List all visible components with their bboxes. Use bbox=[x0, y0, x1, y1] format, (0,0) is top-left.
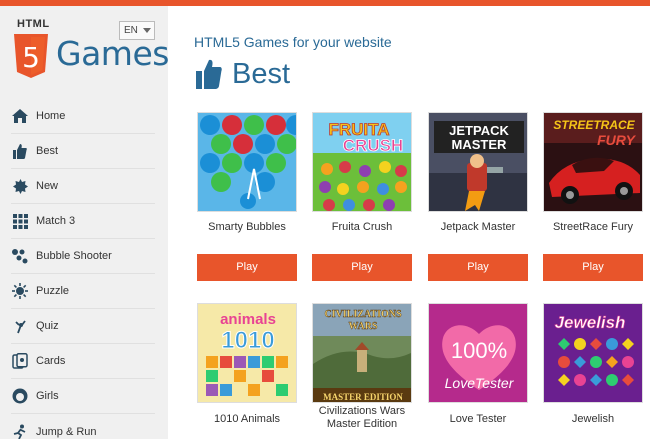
sidebar-item-label: Home bbox=[36, 110, 66, 122]
thumb-text: CRUSH bbox=[343, 136, 403, 155]
language-select[interactable]: EN bbox=[119, 21, 155, 40]
sidebar-item-label: New bbox=[36, 180, 59, 192]
game-title[interactable]: Jewelish bbox=[535, 413, 650, 426]
thumb-text: Jewelish bbox=[555, 313, 626, 332]
new-badge-icon bbox=[11, 177, 29, 195]
game-thumbnail[interactable] bbox=[197, 112, 297, 212]
sidebar-item-label: Match 3 bbox=[36, 215, 76, 227]
thumbs-up-icon bbox=[196, 59, 222, 89]
game-thumbnail[interactable]: STREETRACE FURY bbox=[543, 112, 643, 212]
sidebar-item-bubble-shooter[interactable]: Bubble Shooter bbox=[11, 239, 155, 274]
game-title[interactable]: 1010 Animals bbox=[189, 413, 305, 426]
game-card-jetpack-master[interactable]: JETPACK MASTER Jetpack Master bbox=[428, 112, 528, 234]
bubbles-icon bbox=[11, 247, 29, 265]
sidebar-item-girls[interactable]: Girls bbox=[11, 379, 155, 414]
thumb-text: LoveTester bbox=[445, 375, 515, 391]
play-button-smarty-bubbles[interactable]: Play bbox=[197, 254, 297, 281]
sidebar-item-match-3[interactable]: Match 3 bbox=[11, 204, 155, 239]
thumb-text: JETPACK bbox=[449, 123, 509, 138]
game-thumbnail[interactable]: JETPACK MASTER bbox=[428, 112, 528, 212]
logo-html-label: HTML bbox=[17, 18, 50, 30]
page-title: Best bbox=[232, 57, 291, 90]
sidebar-item-quiz[interactable]: Quiz bbox=[11, 309, 155, 344]
main-content: HTML5 Games for your website Best Smarty… bbox=[168, 6, 650, 439]
game-title-line: Civilizations Wars bbox=[318, 405, 406, 417]
thumb-text: WARS bbox=[349, 321, 378, 332]
sidebar-item-label: Quiz bbox=[36, 320, 59, 332]
sidebar-item-best[interactable]: Best bbox=[11, 134, 155, 169]
game-thumbnail[interactable]: FRUITA CRUSH bbox=[312, 112, 412, 212]
thumb-text: MASTER bbox=[452, 137, 508, 152]
sidebar-item-jump-run[interactable]: Jump & Run bbox=[11, 414, 155, 439]
game-card-love-tester[interactable]: 100% LoveTester Love Tester bbox=[428, 303, 528, 426]
game-thumbnail[interactable]: animals 1010 bbox=[197, 303, 297, 403]
game-card-jewelish[interactable]: Jewelish Jewelish bbox=[543, 303, 643, 426]
thumb-text: STREETRACE bbox=[553, 118, 635, 132]
game-title[interactable]: Love Tester bbox=[420, 413, 536, 426]
play-button-streetrace-fury[interactable]: Play bbox=[543, 254, 643, 281]
girl-icon bbox=[11, 387, 29, 405]
game-title[interactable]: Civilizations Wars Master Edition bbox=[304, 405, 420, 431]
game-thumbnail[interactable]: CIVILIZATIONS WARS MASTER EDITION bbox=[312, 303, 412, 403]
sidebar-item-label: Jump & Run bbox=[36, 425, 97, 438]
runner-icon bbox=[11, 423, 29, 439]
thumb-text: CIVILIZATIONS bbox=[324, 309, 401, 320]
home-icon bbox=[11, 107, 29, 125]
thumb-text: 100% bbox=[451, 338, 507, 363]
game-title-line: Master Edition bbox=[326, 418, 398, 430]
sidebar-item-label: Girls bbox=[36, 390, 59, 402]
html5-shield-icon: 5 bbox=[14, 34, 48, 78]
play-button-fruita-crush[interactable]: Play bbox=[312, 254, 412, 281]
sidebar: HTML 5 Games EN Home Best New Match 3 Bu… bbox=[0, 6, 169, 439]
game-title[interactable]: Fruita Crush bbox=[304, 221, 420, 234]
section-heading: Best bbox=[196, 54, 290, 94]
game-title[interactable]: StreetRace Fury bbox=[535, 221, 650, 234]
sidebar-item-cards[interactable]: Cards bbox=[11, 344, 155, 379]
game-card-smarty-bubbles[interactable]: Smarty Bubbles bbox=[197, 112, 297, 234]
play-button-jetpack-master[interactable]: Play bbox=[428, 254, 528, 281]
thumb-text: FURY bbox=[597, 132, 637, 148]
game-card-streetrace-fury[interactable]: STREETRACE FURY StreetRace Fury bbox=[543, 112, 643, 234]
thumb-text: animals bbox=[220, 311, 276, 328]
game-thumbnail[interactable]: 100% LoveTester bbox=[428, 303, 528, 403]
sidebar-item-label: Puzzle bbox=[36, 285, 70, 297]
quiz-icon bbox=[11, 317, 29, 335]
thumb-text: 1010 bbox=[221, 327, 274, 354]
cards-icon bbox=[11, 352, 29, 370]
chevron-down-icon bbox=[143, 28, 151, 33]
game-thumbnail[interactable]: Jewelish bbox=[543, 303, 643, 403]
thumb-text: MASTER EDITION bbox=[323, 392, 403, 402]
sidebar-item-label: Bubble Shooter bbox=[36, 250, 112, 262]
thumbs-up-icon bbox=[11, 142, 29, 160]
tagline: HTML5 Games for your website bbox=[194, 34, 392, 50]
game-title[interactable]: Jetpack Master bbox=[420, 221, 536, 234]
sidebar-item-home[interactable]: Home bbox=[11, 99, 155, 134]
grid-icon bbox=[11, 212, 29, 230]
sidebar-item-puzzle[interactable]: Puzzle bbox=[11, 274, 155, 309]
category-nav: Home Best New Match 3 Bubble Shooter Puz… bbox=[0, 99, 168, 439]
puzzle-icon bbox=[11, 282, 29, 300]
sidebar-item-label: Best bbox=[36, 145, 59, 157]
logo-shield-number: 5 bbox=[22, 41, 40, 74]
language-selected: EN bbox=[124, 25, 138, 36]
sidebar-item-new[interactable]: New bbox=[11, 169, 155, 204]
sidebar-item-label: Cards bbox=[36, 355, 66, 367]
game-card-1010-animals[interactable]: animals 1010 1010 Animals bbox=[197, 303, 297, 426]
game-title[interactable]: Smarty Bubbles bbox=[189, 221, 305, 234]
game-card-fruita-crush[interactable]: FRUITA CRUSH Fruita Crush bbox=[312, 112, 412, 234]
game-card-civilizations-wars[interactable]: CIVILIZATIONS WARS MASTER EDITION Civili… bbox=[312, 303, 412, 431]
